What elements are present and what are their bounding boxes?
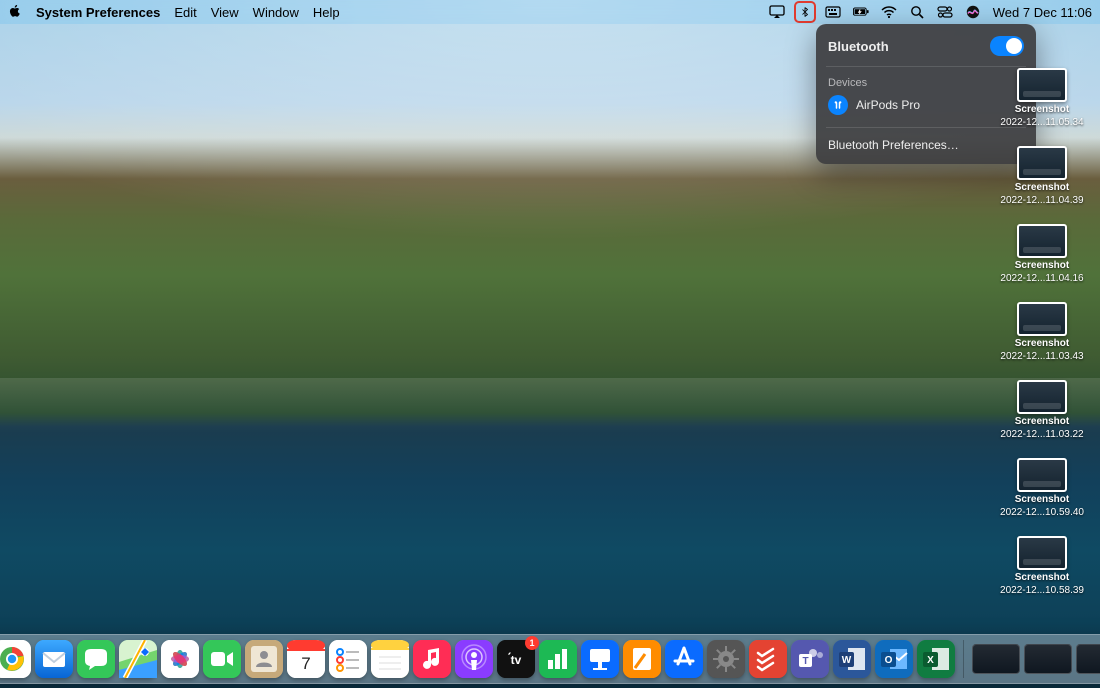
file-thumbnail	[1017, 458, 1067, 492]
dock-app-teams[interactable]: T	[791, 640, 829, 678]
dock-app-numbers[interactable]	[539, 640, 577, 678]
dock-app-pages[interactable]	[623, 640, 661, 678]
dock-app-notes[interactable]	[371, 640, 409, 678]
siri-icon[interactable]	[965, 4, 981, 20]
file-label-line2: 2022-12...11.03.43	[1000, 351, 1083, 362]
desktop-screenshot-file[interactable]: Screenshot 2022-12...11.03.22	[992, 380, 1092, 440]
dock-app-photos[interactable]	[161, 640, 199, 678]
dock-minimized-window[interactable]	[972, 644, 1020, 674]
svg-text:tv: tv	[511, 653, 522, 667]
file-label-line2: 2022-12...10.59.40	[1000, 507, 1084, 518]
file-label-line2: 2022-12...11.03.22	[1000, 429, 1083, 440]
file-label-line1: Screenshot	[1015, 338, 1069, 349]
desktop-screenshot-file[interactable]: Screenshot 2022-12...11.04.16	[992, 224, 1092, 284]
svg-text:T: T	[802, 656, 808, 667]
bluetooth-toggle[interactable]	[990, 36, 1024, 56]
desktop-screenshot-file[interactable]: Screenshot 2022-12...10.59.40	[992, 458, 1092, 518]
keyboard-input-icon[interactable]	[825, 4, 841, 20]
dock-app-reminders[interactable]	[329, 640, 367, 678]
control-center-icon[interactable]	[937, 4, 953, 20]
dock-app-word[interactable]: W	[833, 640, 871, 678]
menu-window[interactable]: Window	[253, 5, 299, 20]
dock-app-podcasts[interactable]	[455, 640, 493, 678]
file-label-line2: 2022-12...11.04.39	[1000, 195, 1083, 206]
dock-app-contacts[interactable]	[245, 640, 283, 678]
dock-app-chrome[interactable]	[0, 640, 31, 678]
file-label-line1: Screenshot	[1015, 104, 1069, 115]
dock-minimized-window[interactable]	[1076, 644, 1100, 674]
dock-app-outlook[interactable]: O	[875, 640, 913, 678]
dock-app-excel[interactable]: X	[917, 640, 955, 678]
dock-container: 7 tv1 T W O X	[0, 634, 1100, 684]
file-label-line1: Screenshot	[1015, 260, 1069, 271]
menu-view[interactable]: View	[211, 5, 239, 20]
battery-icon[interactable]	[853, 4, 869, 20]
file-thumbnail	[1017, 536, 1067, 570]
dock-app-facetime[interactable]	[203, 640, 241, 678]
dock-app-calendar[interactable]: 7	[287, 640, 325, 678]
file-label-line2: 2022-12...10.58.39	[1000, 585, 1084, 596]
desktop-icons-column: Screenshot 2022-12...11.05.34 Screenshot…	[992, 68, 1092, 596]
dock-app-app-store[interactable]	[665, 640, 703, 678]
dock-badge: 1	[525, 636, 539, 650]
bluetooth-title: Bluetooth	[828, 39, 889, 54]
bluetooth-device-name: AirPods Pro	[856, 98, 920, 112]
screen-mirroring-icon[interactable]	[769, 4, 785, 20]
menubar: System Preferences Edit View Window Help…	[0, 0, 1100, 24]
dock-app-keynote[interactable]	[581, 640, 619, 678]
dock-separator	[963, 640, 964, 678]
apple-menu[interactable]	[8, 4, 22, 21]
menu-edit[interactable]: Edit	[174, 5, 196, 20]
dock: 7 tv1 T W O X	[0, 634, 1100, 684]
dock-minimized-window[interactable]	[1024, 644, 1072, 674]
file-thumbnail	[1017, 302, 1067, 336]
dock-app-messages[interactable]	[77, 640, 115, 678]
svg-text:7: 7	[301, 654, 310, 673]
svg-text:X: X	[927, 655, 934, 666]
airpods-icon	[828, 95, 848, 115]
desktop-screenshot-file[interactable]: Screenshot 2022-12...11.04.39	[992, 146, 1092, 206]
file-label-line2: 2022-12...11.05.34	[1000, 117, 1083, 128]
file-label-line2: 2022-12...11.04.16	[1000, 273, 1083, 284]
dock-app-maps[interactable]	[119, 640, 157, 678]
file-thumbnail	[1017, 146, 1067, 180]
wifi-icon[interactable]	[881, 4, 897, 20]
dock-app-system-preferences[interactable]	[707, 640, 745, 678]
dock-app-todoist[interactable]	[749, 640, 787, 678]
menubar-app-name[interactable]: System Preferences	[36, 5, 160, 20]
spotlight-icon[interactable]	[909, 4, 925, 20]
menu-help[interactable]: Help	[313, 5, 340, 20]
desktop-screenshot-file[interactable]: Screenshot 2022-12...11.03.43	[992, 302, 1092, 362]
dock-app-mail[interactable]	[35, 640, 73, 678]
menubar-bluetooth-icon[interactable]	[797, 4, 813, 20]
svg-text:W: W	[842, 655, 852, 666]
file-label-line1: Screenshot	[1015, 182, 1069, 193]
file-label-line1: Screenshot	[1015, 572, 1069, 583]
desktop-screenshot-file[interactable]: Screenshot 2022-12...11.05.34	[992, 68, 1092, 128]
dock-app-apple-tv[interactable]: tv1	[497, 640, 535, 678]
svg-text:O: O	[885, 655, 893, 666]
desktop-screenshot-file[interactable]: Screenshot 2022-12...10.58.39	[992, 536, 1092, 596]
apple-logo-icon	[8, 4, 22, 18]
file-thumbnail	[1017, 380, 1067, 414]
file-thumbnail	[1017, 224, 1067, 258]
menubar-clock[interactable]: Wed 7 Dec 11:06	[993, 5, 1092, 20]
file-thumbnail	[1017, 68, 1067, 102]
dock-app-music[interactable]	[413, 640, 451, 678]
file-label-line1: Screenshot	[1015, 494, 1069, 505]
file-label-line1: Screenshot	[1015, 416, 1069, 427]
